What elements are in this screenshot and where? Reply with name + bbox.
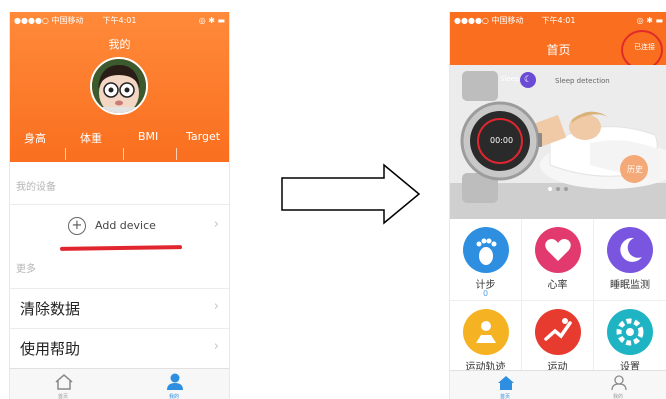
help-row[interactable]: 使用帮助 ›	[10, 328, 229, 369]
status-time: 下午4:01	[541, 15, 576, 25]
grid-item-sleep[interactable]: 睡眠监测	[594, 219, 666, 301]
watch-time: 00:00	[490, 136, 514, 145]
tab-home-label: 首页	[58, 394, 69, 399]
divider	[65, 148, 66, 160]
avatar[interactable]	[90, 57, 148, 115]
add-device-label: Add device	[95, 219, 156, 232]
carrier-label: ●●●●○ 中国移动	[454, 15, 524, 25]
status-icons: ◎ ✱ ▬	[636, 15, 663, 25]
profile-header: ●●●●○ 中国移动 下午4:01 ◎ ✱ ▬ 我的 身高 体重 BMI Tar…	[10, 12, 229, 162]
tab-home-label: 首页	[500, 394, 511, 399]
more-section-label: 更多	[16, 264, 36, 275]
sleep-detection-label: Sleep detection	[555, 77, 610, 85]
tab-bar: 首页 我的	[450, 370, 666, 399]
tab-me-label: 我的	[613, 394, 624, 399]
help-label: 使用帮助	[20, 340, 81, 358]
footprint-icon	[463, 227, 509, 273]
carrier-label: ●●●●○ 中国移动	[14, 15, 84, 25]
chevron-right-icon: ›	[213, 299, 219, 314]
metric-bmi[interactable]: BMI	[138, 130, 158, 143]
metric-weight[interactable]: 体重	[80, 130, 102, 146]
tab-me[interactable]: 我的	[610, 375, 628, 399]
plus-icon: +	[68, 217, 86, 235]
divider	[176, 148, 177, 160]
home-filled-icon	[498, 376, 514, 390]
step-count: 0	[482, 289, 489, 298]
clear-data-label: 清除数据	[20, 300, 81, 318]
status-time: 下午4:01	[102, 15, 137, 25]
metric-target[interactable]: Target	[186, 130, 220, 143]
gear-icon	[607, 309, 653, 355]
tab-home[interactable]: 首页	[497, 375, 515, 399]
person-outline-icon	[611, 375, 627, 391]
add-device-button[interactable]: + Add device	[68, 217, 178, 237]
person-filled-icon	[167, 373, 183, 390]
moon-icon: ☾	[520, 72, 536, 88]
map-track-icon	[463, 309, 509, 355]
heart-icon	[535, 227, 581, 273]
metric-height[interactable]: 身高	[24, 130, 46, 146]
running-icon	[535, 309, 581, 355]
chevron-right-icon: ›	[213, 217, 219, 232]
status-bar: ●●●●○ 中国移动 下午4:01 ◎ ✱ ▬	[454, 14, 663, 26]
clear-data-row[interactable]: 清除数据 ›	[10, 288, 229, 329]
page-title: 我的	[108, 38, 131, 51]
chevron-right-icon: ›	[213, 339, 219, 354]
grid-item-heart-rate[interactable]: 心率	[522, 219, 594, 301]
body-metrics: 身高 体重 BMI Target	[10, 130, 229, 160]
banner-illustration	[450, 65, 666, 219]
left-phone-screen: ●●●●○ 中国移动 下午4:01 ◎ ✱ ▬ 我的 身高 体重 BMI Tar…	[9, 12, 230, 399]
grid-label: 睡眠监测	[610, 280, 650, 291]
my-devices-section-label: 我的设备	[16, 182, 56, 193]
history-button[interactable]: 历史	[627, 164, 643, 175]
right-phone-screen: ●●●●○ 中国移动 下午4:01 ◎ ✱ ▬ 首页 已连接 Sleep ☾ S…	[449, 12, 666, 399]
red-annotation-underline	[59, 245, 183, 251]
status-icons: ◎ ✱ ▬	[198, 15, 225, 25]
arrow-right-icon	[281, 163, 421, 225]
sleep-banner[interactable]: Sleep ☾ Sleep detection 00:00 历史	[450, 65, 666, 219]
tab-me[interactable]: 我的	[165, 373, 185, 399]
grid-item-steps[interactable]: 计步 0	[450, 219, 522, 301]
status-bar: ●●●●○ 中国移动 下午4:01 ◎ ✱ ▬	[14, 14, 225, 26]
tab-home[interactable]: 首页	[54, 373, 74, 399]
grid-label: 心率	[547, 280, 568, 291]
sleep-label: Sleep	[500, 75, 520, 83]
divider	[123, 148, 124, 160]
tab-bar: 首页 我的	[10, 368, 229, 399]
tab-me-label: 我的	[169, 394, 180, 399]
red-annotation-circle	[621, 30, 663, 70]
moon-icon	[607, 227, 653, 273]
home-outline-icon	[55, 374, 73, 390]
